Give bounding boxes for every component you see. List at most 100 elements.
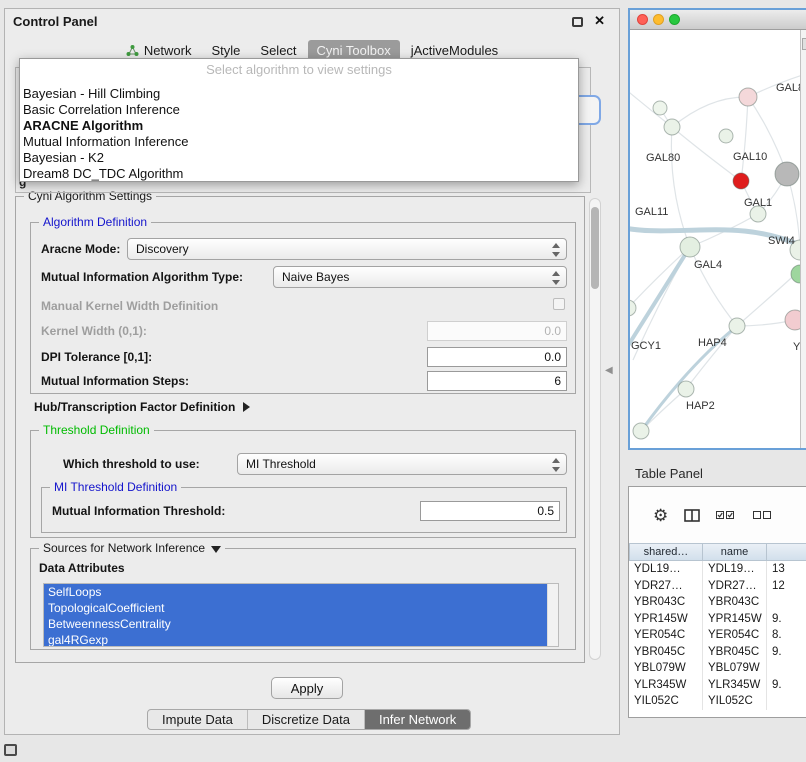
settings-scrollbar[interactable] <box>589 198 601 660</box>
mi-steps-input[interactable] <box>427 371 567 391</box>
attributes-list-scrollbar[interactable] <box>547 584 558 646</box>
network-node[interactable] <box>630 300 636 316</box>
table-row[interactable]: YBR043CYBR043C <box>629 594 806 611</box>
hub-definition-label: Hub/Transcription Factor Definition <box>34 400 235 414</box>
cell: 13 <box>767 561 806 578</box>
cell: YDR27… <box>629 578 703 595</box>
dropdown-item-bayesian-k2[interactable]: Bayesian - K2 <box>20 150 578 166</box>
network-window-titlebar[interactable] <box>630 10 806 30</box>
kernel-width-input[interactable] <box>427 321 567 341</box>
node-label-gal8-clipped: GAL8 <box>776 82 800 94</box>
which-threshold-select[interactable]: MI Threshold <box>237 453 567 475</box>
network-node-gray-hub[interactable] <box>775 162 799 186</box>
table-row[interactable]: YBL079WYBL079W <box>629 660 806 677</box>
cell: YBL079W <box>629 660 703 677</box>
cell: YER054C <box>703 627 767 644</box>
network-node[interactable] <box>633 423 649 439</box>
scrollbar-thumb[interactable] <box>591 207 599 289</box>
hub-definition-expander[interactable]: Hub/Transcription Factor Definition <box>34 400 250 414</box>
network-node[interactable] <box>678 381 694 397</box>
column-header-name[interactable]: name <box>703 543 767 561</box>
network-labels: GAL80 GAL10 GAL11 GAL1 SWI4 GAL4 GCY1 HA… <box>631 82 800 412</box>
column-header-clipped[interactable] <box>767 543 806 561</box>
network-node-red[interactable] <box>733 173 749 189</box>
table-row[interactable]: YLR345WYLR345W9. <box>629 677 806 694</box>
close-icon[interactable]: ✕ <box>594 13 605 29</box>
which-threshold-label: Which threshold to use: <box>63 457 200 471</box>
table-row[interactable]: YDL19…YDL19…13 <box>629 561 806 578</box>
select-all-checkboxes-icon[interactable] <box>716 510 737 520</box>
scrollbar-button[interactable] <box>802 38 806 50</box>
table-toolbar: ⚙ <box>629 487 806 543</box>
table-row[interactable]: YIL052CYIL052C <box>629 693 806 710</box>
cell <box>767 660 806 677</box>
sources-group-title[interactable]: Sources for Network Inference <box>39 541 225 555</box>
cell: YER054C <box>629 627 703 644</box>
attribute-item-gal4rgexp[interactable]: gal4RGexp <box>44 632 547 647</box>
dpi-tolerance-input[interactable] <box>427 347 567 367</box>
mi-type-select[interactable]: Naive Bayes <box>273 266 567 288</box>
network-node[interactable] <box>739 88 757 106</box>
network-canvas[interactable]: GAL80 GAL10 GAL11 GAL1 SWI4 GAL4 GCY1 HA… <box>630 30 800 448</box>
network-view-window: GAL80 GAL10 GAL11 GAL1 SWI4 GAL4 GCY1 HA… <box>628 8 806 450</box>
cell: YIL052C <box>629 693 703 710</box>
cell: 8. <box>767 627 806 644</box>
gear-icon[interactable]: ⚙ <box>653 507 668 524</box>
mi-threshold-group-title: MI Threshold Definition <box>50 480 181 494</box>
network-node[interactable] <box>719 129 733 143</box>
table-row[interactable]: YBR045CYBR045C9. <box>629 644 806 661</box>
cyni-algorithm-settings-group: Cyni Algorithm Settings Algorithm Defini… <box>15 196 585 663</box>
tab-infer-network[interactable]: Infer Network <box>365 710 470 729</box>
network-node[interactable] <box>653 101 667 115</box>
network-node[interactable] <box>680 237 700 257</box>
dropdown-item-bayesian-hill-climbing[interactable]: Bayesian - Hill Climbing <box>20 86 578 102</box>
attribute-item-topologicalcoefficient[interactable]: TopologicalCoefficient <box>44 600 547 616</box>
dropdown-items: Bayesian - Hill Climbing Basic Correlati… <box>20 86 578 182</box>
minimized-panel-icon[interactable] <box>4 744 17 756</box>
attribute-item-selfloops[interactable]: SelfLoops <box>44 584 547 600</box>
sources-title-label: Sources for Network Inference <box>43 541 205 555</box>
collapse-down-icon <box>211 546 221 553</box>
dropdown-item-basic-correlation[interactable]: Basic Correlation Inference <box>20 102 578 118</box>
tab-impute-data[interactable]: Impute Data <box>148 710 248 729</box>
network-scrollbar[interactable] <box>800 30 806 448</box>
attribute-item-betweennesscentrality[interactable]: BetweennessCentrality <box>44 616 547 632</box>
columns-icon[interactable] <box>684 509 700 522</box>
close-traffic-light-icon[interactable] <box>637 14 648 25</box>
aracne-mode-select[interactable]: Discovery <box>127 238 567 260</box>
mi-threshold-input[interactable] <box>420 501 560 521</box>
dropdown-item-dream8[interactable]: Dream8 DC_TDC Algorithm <box>20 166 578 182</box>
data-attributes-list[interactable]: SelfLoops TopologicalCoefficient Between… <box>43 583 559 647</box>
table-row[interactable]: YPR145WYPR145W9. <box>629 611 806 628</box>
dropdown-item-mutual-information[interactable]: Mutual Information Inference <box>20 134 578 150</box>
cell: 9. <box>767 677 806 694</box>
minimize-traffic-light-icon[interactable] <box>653 14 664 25</box>
float-panel-icon[interactable] <box>572 17 583 27</box>
network-node-green[interactable] <box>791 265 800 283</box>
network-node-pink[interactable] <box>785 310 800 330</box>
aracne-mode-value: Discovery <box>136 242 189 256</box>
dropdown-placeholder: Select algorithm to view settings <box>20 62 578 79</box>
table-row[interactable]: YDR27…YDR27…12 <box>629 578 806 595</box>
mi-threshold-group: MI Threshold Definition Mutual Informati… <box>41 487 567 533</box>
mi-steps-label: Mutual Information Steps: <box>41 374 189 388</box>
apply-button[interactable]: Apply <box>271 677 343 699</box>
node-label-gal10: GAL10 <box>733 151 767 163</box>
network-node[interactable] <box>664 119 680 135</box>
zoom-traffic-light-icon[interactable] <box>669 14 680 25</box>
bottom-tabs: Impute Data Discretize Data Infer Networ… <box>147 709 471 730</box>
algorithm-definition-title: Algorithm Definition <box>39 215 151 229</box>
table-row[interactable]: YER054CYER054C8. <box>629 627 806 644</box>
sources-group: Sources for Network Inference Data Attri… <box>30 548 576 650</box>
column-header-shared-name[interactable]: shared… <box>629 543 703 561</box>
tab-discretize-data[interactable]: Discretize Data <box>248 710 365 729</box>
manual-kernel-checkbox[interactable] <box>553 298 565 310</box>
network-node[interactable] <box>729 318 745 334</box>
panel-collapse-arrow-icon[interactable]: ◀ <box>605 365 613 376</box>
cell: 9. <box>767 644 806 661</box>
dropdown-item-aracne[interactable]: ARACNE Algorithm <box>20 118 578 134</box>
threshold-definition-group: Threshold Definition Which threshold to … <box>30 430 576 538</box>
stepper-icon <box>552 458 561 472</box>
deselect-all-checkboxes-icon[interactable] <box>753 510 774 520</box>
expand-right-icon <box>243 402 250 412</box>
